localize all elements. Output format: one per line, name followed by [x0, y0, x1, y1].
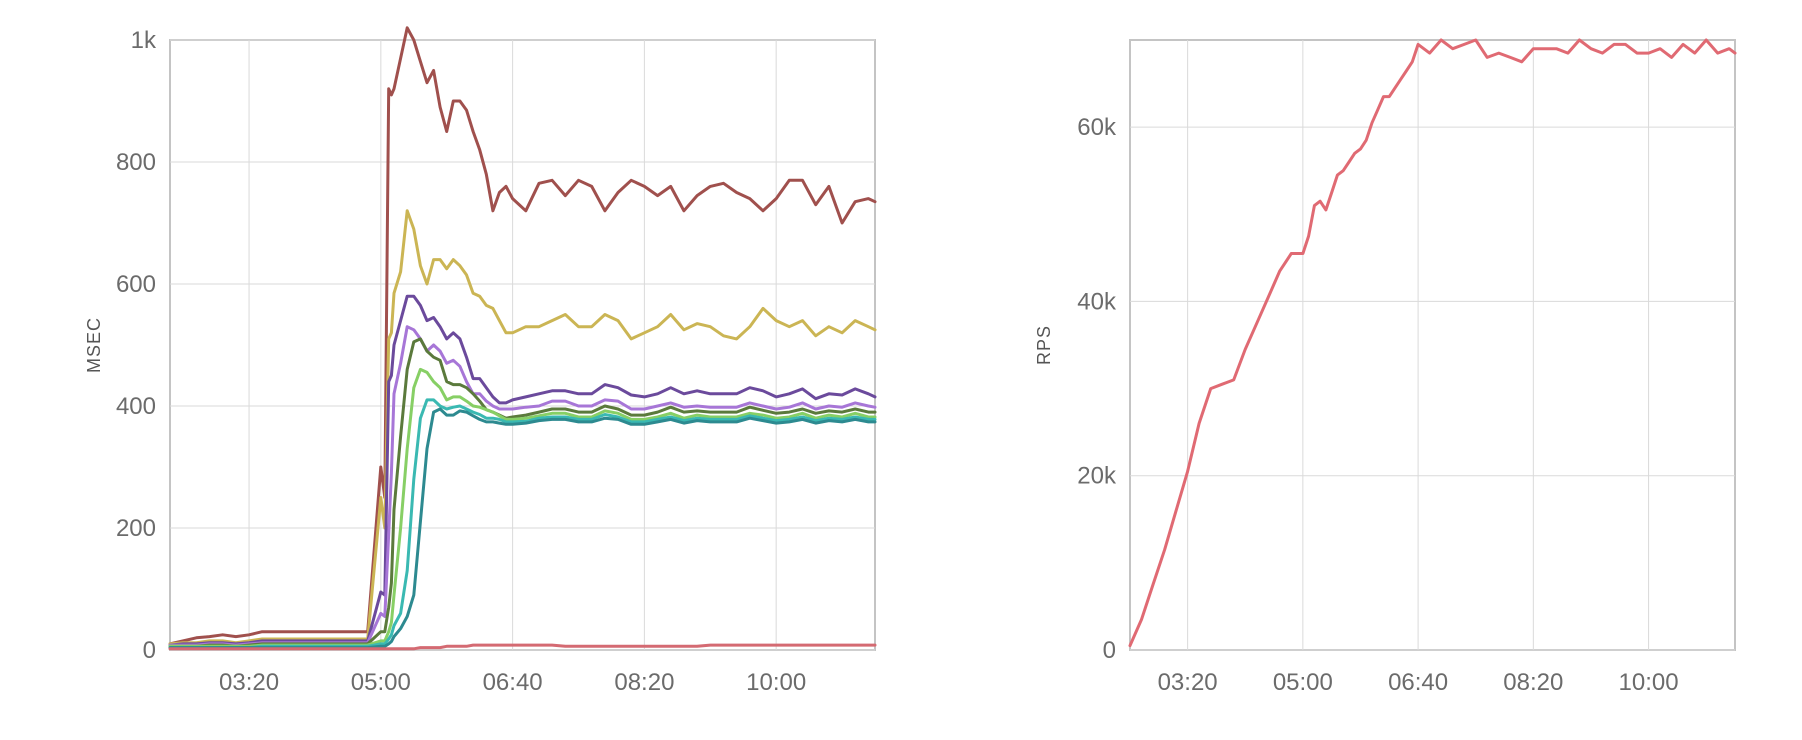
x-tick-label: 08:20 — [614, 669, 674, 696]
x-tick-label: 10:00 — [1619, 669, 1679, 696]
y-tick-label: 400 — [116, 393, 156, 420]
series-p80 — [170, 339, 875, 646]
y-tick-label: 1k — [131, 27, 157, 54]
x-tick-label: 06:40 — [1388, 669, 1448, 696]
y-axis-label: MSEC — [84, 317, 104, 373]
x-tick-label: 03:20 — [1158, 669, 1218, 696]
y-tick-label: 200 — [116, 515, 156, 542]
series-rps — [1130, 40, 1735, 646]
x-tick-label: 06:40 — [483, 669, 543, 696]
x-tick-label: 08:20 — [1503, 669, 1563, 696]
x-tick-label: 05:00 — [1273, 669, 1333, 696]
series-p85 — [170, 327, 875, 645]
y-axis-label: RPS — [1034, 325, 1054, 365]
latency-chart: 0 200 400 600 800 1k 03:20 05:00 06:40 08:20 10:00… — [80, 0, 880, 720]
y-tick-label: 0 — [143, 637, 156, 664]
x-tick-label: 03:20 — [219, 669, 279, 696]
y-tick-label: 40k — [1077, 288, 1117, 315]
x-tick-label: 05:00 — [351, 669, 411, 696]
y-tick-label: 600 — [116, 271, 156, 298]
series-p70 — [170, 400, 875, 648]
y-tick-label: 0 — [1103, 637, 1116, 664]
y-tick-label: 20k — [1077, 463, 1117, 490]
y-tick-label: 800 — [116, 149, 156, 176]
series-p99 — [170, 28, 875, 644]
x-tick-label: 10:00 — [746, 669, 806, 696]
y-tick-label: 60k — [1077, 114, 1117, 141]
throughput-chart: 0 20k 40k 60k 03:20 05:00 06:40 08:20 10:00 RPS — [1030, 0, 1740, 720]
series-p95 — [170, 211, 875, 644]
series-p90 — [170, 296, 875, 645]
